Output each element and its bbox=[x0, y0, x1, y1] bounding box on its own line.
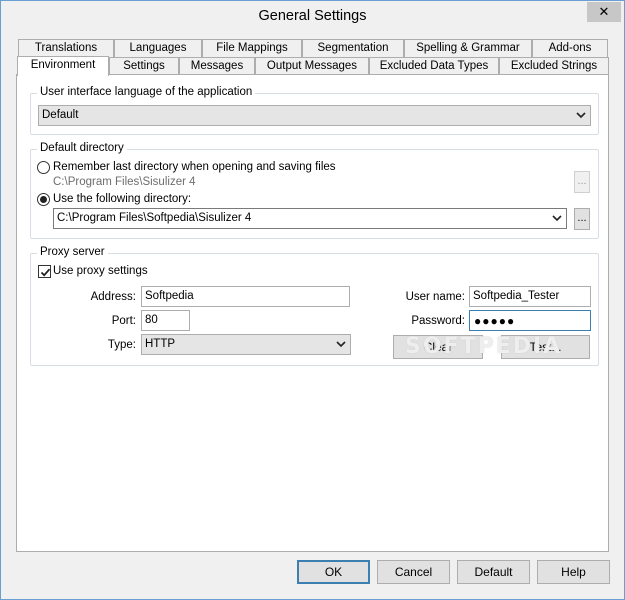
port-label: Port: bbox=[111, 315, 136, 327]
window-title: General Settings bbox=[258, 8, 367, 24]
tab-excluded-strings[interactable]: Excluded Strings bbox=[499, 57, 609, 75]
address-input[interactable]: Softpedia bbox=[141, 286, 350, 307]
password-masked-value: ●●●●● bbox=[474, 314, 516, 328]
use-proxy-checkbox[interactable] bbox=[38, 265, 51, 278]
use-proxy-label[interactable]: Use proxy settings bbox=[53, 265, 148, 277]
tab-messages[interactable]: Messages bbox=[179, 57, 255, 75]
remember-directory-label[interactable]: Remember last directory when opening and… bbox=[53, 161, 336, 173]
tab-environment[interactable]: Environment bbox=[17, 56, 109, 76]
tab-output-messages[interactable]: Output Messages bbox=[255, 57, 369, 75]
tab-languages[interactable]: Languages bbox=[114, 39, 202, 57]
ok-button[interactable]: OK bbox=[297, 560, 370, 584]
tab-settings[interactable]: Settings bbox=[109, 57, 179, 75]
proxy-type-select[interactable]: HTTP bbox=[141, 334, 351, 355]
ui-language-legend: User interface language of the applicati… bbox=[37, 86, 256, 98]
following-directory-value: C:\Program Files\Softpedia\Sisulizer 4 bbox=[57, 212, 252, 224]
default-directory-legend: Default directory bbox=[37, 142, 127, 154]
tab-translations[interactable]: Translations bbox=[18, 39, 114, 57]
username-label: User name: bbox=[405, 291, 465, 303]
checkmark-icon bbox=[40, 268, 51, 277]
ui-language-value: Default bbox=[42, 109, 79, 121]
address-label: Address: bbox=[90, 291, 136, 303]
address-value: Softpedia bbox=[145, 290, 194, 302]
proxy-server-legend: Proxy server bbox=[37, 246, 108, 258]
username-input[interactable]: Softpedia_Tester bbox=[469, 286, 591, 307]
clear-button[interactable]: Clear bbox=[393, 335, 483, 359]
port-value: 80 bbox=[145, 314, 158, 326]
password-label: Password: bbox=[411, 315, 465, 327]
title-bar: General Settings ✕ bbox=[1, 1, 624, 31]
port-input[interactable]: 80 bbox=[141, 310, 190, 331]
username-value: Softpedia_Tester bbox=[473, 290, 560, 302]
cancel-button[interactable]: Cancel bbox=[377, 560, 450, 584]
chevron-down-icon bbox=[552, 215, 562, 222]
following-browse-button[interactable]: ... bbox=[574, 208, 590, 230]
remember-browse-button[interactable]: ... bbox=[574, 171, 590, 193]
test-button[interactable]: Test... bbox=[501, 335, 590, 359]
chevron-down-icon bbox=[336, 341, 346, 348]
remember-directory-radio[interactable] bbox=[37, 161, 50, 174]
following-directory-radio[interactable] bbox=[37, 193, 50, 206]
remember-directory-path: C:\Program Files\Sisulizer 4 bbox=[53, 176, 196, 188]
close-button[interactable]: ✕ bbox=[587, 2, 621, 22]
tab-add-ons[interactable]: Add-ons bbox=[532, 39, 608, 57]
radio-selected-dot bbox=[40, 196, 47, 203]
default-directory-group: Default directory Remember last director… bbox=[30, 142, 599, 239]
type-label: Type: bbox=[107, 339, 136, 351]
following-directory-select[interactable]: C:\Program Files\Softpedia\Sisulizer 4 bbox=[53, 208, 567, 229]
password-input[interactable]: ●●●●● bbox=[469, 310, 591, 331]
following-directory-label[interactable]: Use the following directory: bbox=[53, 193, 191, 205]
default-button[interactable]: Default bbox=[457, 560, 530, 584]
chevron-down-icon bbox=[576, 112, 586, 119]
tab-segmentation[interactable]: Segmentation bbox=[302, 39, 404, 57]
tab-row-back: Translations Languages File Mappings Seg… bbox=[18, 39, 608, 57]
proxy-server-group: Proxy server Use proxy settings Address:… bbox=[30, 246, 599, 366]
general-settings-dialog: General Settings ✕ Translations Language… bbox=[0, 0, 625, 600]
ui-language-group: User interface language of the applicati… bbox=[30, 86, 599, 135]
ui-language-select[interactable]: Default bbox=[38, 105, 591, 126]
tab-row-front: Environment Settings Messages Output Mes… bbox=[17, 56, 609, 76]
tab-excluded-data-types[interactable]: Excluded Data Types bbox=[369, 57, 499, 75]
proxy-type-value: HTTP bbox=[145, 338, 176, 350]
tab-spelling-grammar[interactable]: Spelling & Grammar bbox=[404, 39, 532, 57]
help-button[interactable]: Help bbox=[537, 560, 610, 584]
environment-panel: User interface language of the applicati… bbox=[16, 74, 609, 552]
tab-file-mappings[interactable]: File Mappings bbox=[202, 39, 302, 57]
